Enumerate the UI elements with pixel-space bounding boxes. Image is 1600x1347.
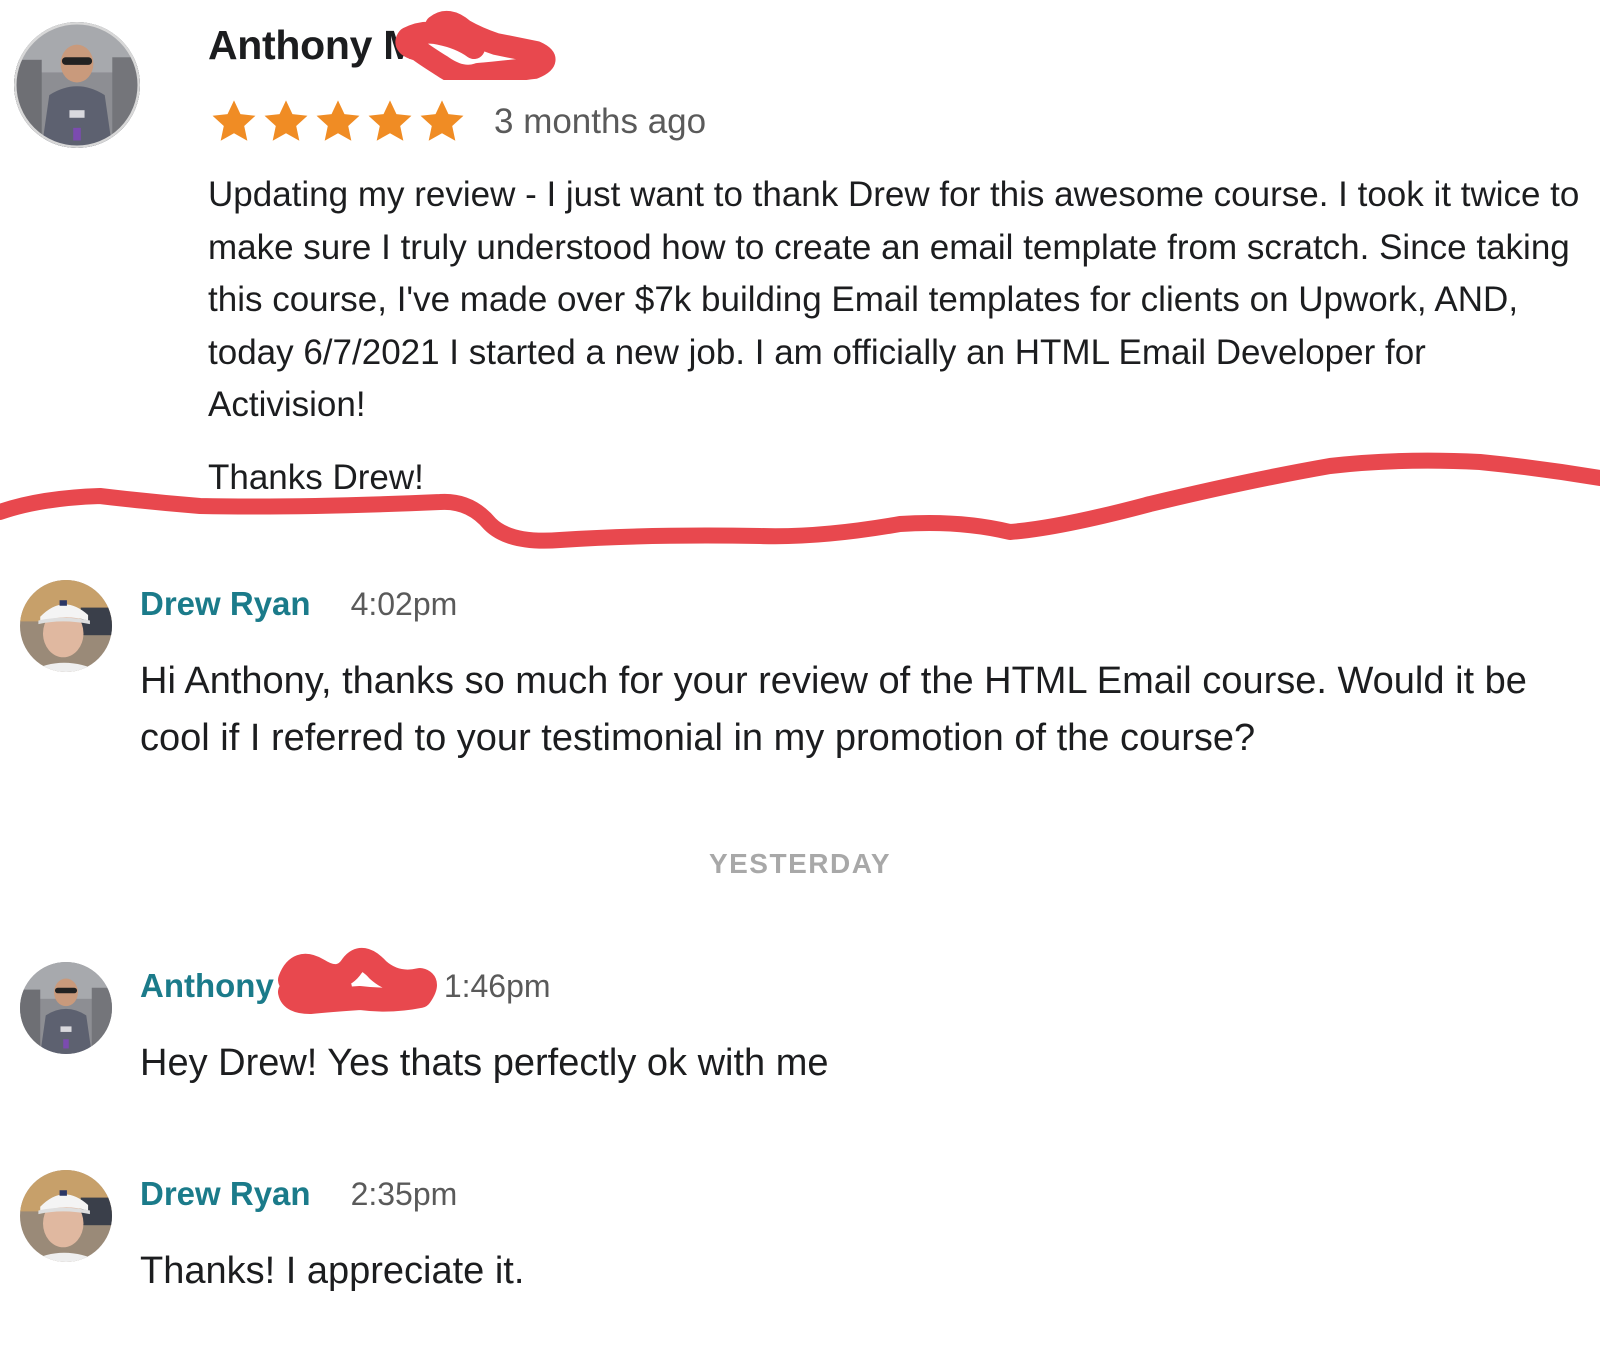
review-body: Updating my review - I just want to than… <box>208 169 1588 504</box>
message-sender[interactable]: Drew Ryan <box>140 1175 311 1213</box>
review-text: Updating my review - I just want to than… <box>208 175 1580 424</box>
star-icon <box>368 100 412 141</box>
avatar-drew-ryan <box>20 1170 112 1262</box>
star-icon <box>316 100 360 141</box>
message-header: Anthony 1:46pm <box>140 967 551 1005</box>
day-divider: YESTERDAY <box>708 848 892 879</box>
message-text: Hi Anthony, thanks so much for your revi… <box>140 660 1527 759</box>
reviewer-name: Anthony M <box>208 22 418 68</box>
message-header: Drew Ryan 2:35pm <box>140 1175 457 1213</box>
review-date: 3 months ago <box>494 102 707 141</box>
reviewer-avatar <box>14 22 140 148</box>
avatar-anthony <box>14 22 140 148</box>
message-timestamp: 1:46pm <box>443 968 551 1004</box>
message-avatar <box>20 1170 112 1262</box>
message-timestamp: 4:02pm <box>350 586 458 622</box>
message-sender[interactable]: Drew Ryan <box>140 585 311 623</box>
message-text: Hey Drew! Yes thats perfectly ok with me <box>140 1042 829 1084</box>
star-icon <box>264 100 308 141</box>
message-avatar <box>20 580 112 672</box>
avatar-drew-ryan <box>20 580 112 672</box>
star-icon <box>420 100 464 141</box>
message-timestamp: 2:35pm <box>350 1176 458 1212</box>
message-text: Thanks! I appreciate it. <box>140 1250 525 1292</box>
avatar-anthony <box>20 962 112 1054</box>
star-icon <box>212 100 256 141</box>
message-header: Drew Ryan 4:02pm <box>140 585 457 623</box>
message-avatar <box>20 962 112 1054</box>
message-sender[interactable]: Anthony <box>140 967 274 1005</box>
review-closing: Thanks Drew! <box>208 457 424 497</box>
star-rating: 3 months ago <box>208 96 706 148</box>
